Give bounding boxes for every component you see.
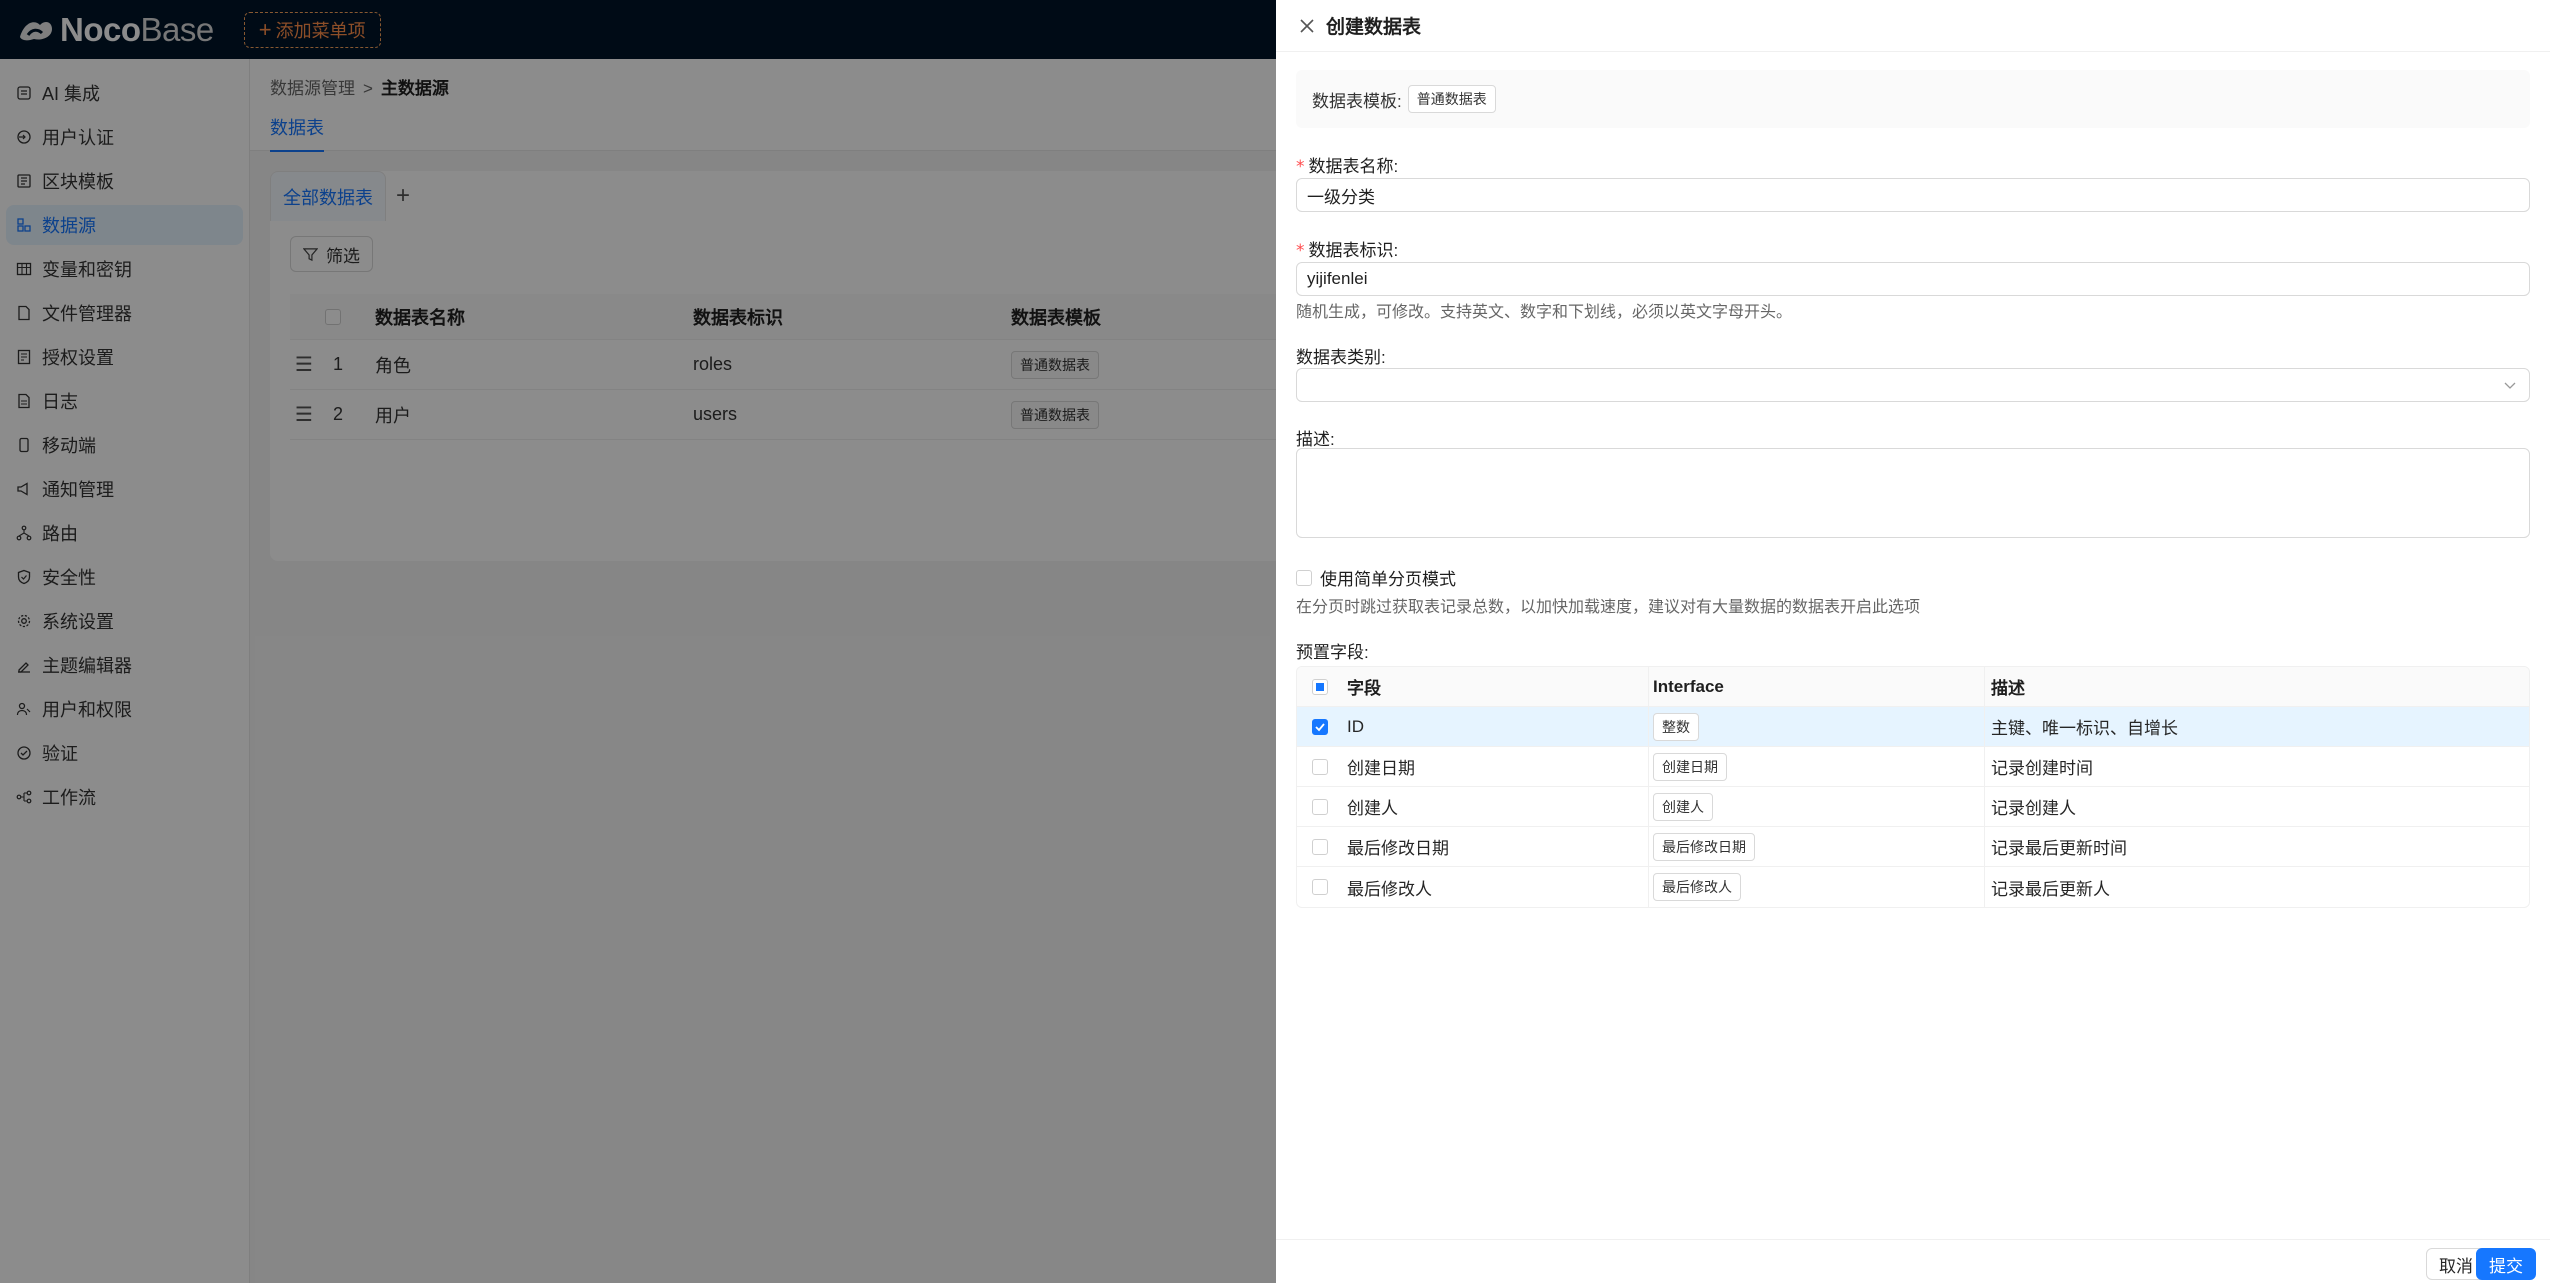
preset-field-checkbox[interactable] bbox=[1312, 838, 1328, 855]
preset-field-row[interactable]: 最后修改日期 最后修改日期 记录最后更新时间 bbox=[1297, 827, 2529, 867]
description-textarea[interactable] bbox=[1296, 448, 2530, 538]
chevron-down-icon bbox=[2504, 382, 2516, 389]
simple-paging-help: 在分页时跳过获取表记录总数，以加快加载速度，建议对有大量数据的数据表开启此选项 bbox=[1296, 599, 1921, 616]
collection-key-label: * 数据表标识: bbox=[1296, 241, 1399, 261]
preset-field-row[interactable]: 最后修改人 最后修改人 记录最后更新人 bbox=[1297, 867, 2529, 907]
preset-field-description: 记录最后更新时间 bbox=[1991, 839, 2127, 858]
preset-fields-header: 字段 Interface 描述 bbox=[1297, 667, 2529, 707]
drawer-title: 创建数据表 bbox=[1326, 17, 1422, 38]
preset-field-checkbox[interactable] bbox=[1312, 758, 1328, 775]
collection-template-info: 数据表模板: 普通数据表 bbox=[1296, 70, 2530, 128]
collection-key-input[interactable]: yijifenlei bbox=[1296, 262, 2530, 296]
check-icon bbox=[1315, 722, 1325, 731]
preset-fields-label: 预置字段: bbox=[1296, 643, 1369, 662]
preset-field-interface-tag: 整数 bbox=[1653, 712, 1699, 741]
preset-field-name: 创建日期 bbox=[1343, 747, 1649, 786]
submit-button[interactable]: 提交 bbox=[2476, 1248, 2536, 1280]
preset-field-interface-tag: 创建日期 bbox=[1653, 752, 1727, 781]
preset-field-name: 最后修改日期 bbox=[1343, 827, 1649, 866]
preset-field-description: 记录创建时间 bbox=[1991, 759, 2093, 778]
preset-field-checkbox[interactable] bbox=[1312, 879, 1328, 895]
preset-field-interface-tag: 最后修改日期 bbox=[1653, 832, 1755, 861]
template-tag: 普通数据表 bbox=[1407, 85, 1496, 113]
preset-field-description: 记录创建人 bbox=[1991, 799, 2076, 818]
collection-category-select[interactable] bbox=[1296, 368, 2530, 402]
preset-field-row[interactable]: 创建日期 创建日期 记录创建时间 bbox=[1297, 747, 2529, 787]
preset-field-row[interactable]: 创建人 创建人 记录创建人 bbox=[1297, 787, 2529, 827]
create-collection-drawer: 创建数据表 数据表模板: 普通数据表 * 数据表名称: 一级分类 * 数据表标识: … bbox=[1276, 0, 2550, 1283]
simple-paging-checkbox-row[interactable]: 使用简单分页模式 bbox=[1296, 565, 1456, 590]
preset-field-name: ID bbox=[1343, 707, 1649, 746]
preset-field-description: 记录最后更新人 bbox=[1991, 879, 2110, 899]
description-label: 描述: bbox=[1296, 430, 1335, 449]
preset-field-row[interactable]: ID 整数 主键、唯一标识、自增长 bbox=[1297, 707, 2529, 747]
column-header-description: 描述 bbox=[1991, 679, 2025, 698]
select-all-fields-checkbox[interactable] bbox=[1312, 678, 1328, 695]
preset-field-description: 主键、唯一标识、自增长 bbox=[1991, 719, 2178, 738]
simple-paging-checkbox[interactable] bbox=[1296, 569, 1312, 586]
simple-paging-label: 使用简单分页模式 bbox=[1320, 570, 1456, 589]
preset-field-checkbox[interactable] bbox=[1312, 798, 1328, 815]
preset-field-interface-tag: 创建人 bbox=[1653, 792, 1713, 821]
collection-name-input[interactable]: 一级分类 bbox=[1296, 178, 2530, 212]
collection-category-label: 数据表类别: bbox=[1296, 348, 1386, 367]
drawer-header: 创建数据表 bbox=[1276, 0, 2550, 52]
template-label: 数据表模板: bbox=[1312, 91, 1402, 111]
drawer-footer: 取消 提交 bbox=[1276, 1239, 2550, 1283]
preset-field-name: 创建人 bbox=[1343, 787, 1649, 826]
collection-key-help: 随机生成，可修改。支持英文、数字和下划线，必须以英文字母开头。 bbox=[1296, 304, 1793, 321]
column-header-interface: Interface bbox=[1649, 667, 1985, 706]
preset-field-checkbox[interactable] bbox=[1312, 718, 1328, 735]
preset-field-name: 最后修改人 bbox=[1343, 867, 1649, 907]
collection-name-label: * 数据表名称: bbox=[1296, 157, 1399, 177]
preset-field-interface-tag: 最后修改人 bbox=[1653, 873, 1741, 901]
column-header-field: 字段 bbox=[1343, 667, 1649, 706]
close-icon[interactable] bbox=[1298, 17, 1316, 35]
preset-fields-table: 字段 Interface 描述 ID 整数 主键、唯一标识、自增长 创建日期 创建日期记… bbox=[1296, 666, 2530, 908]
